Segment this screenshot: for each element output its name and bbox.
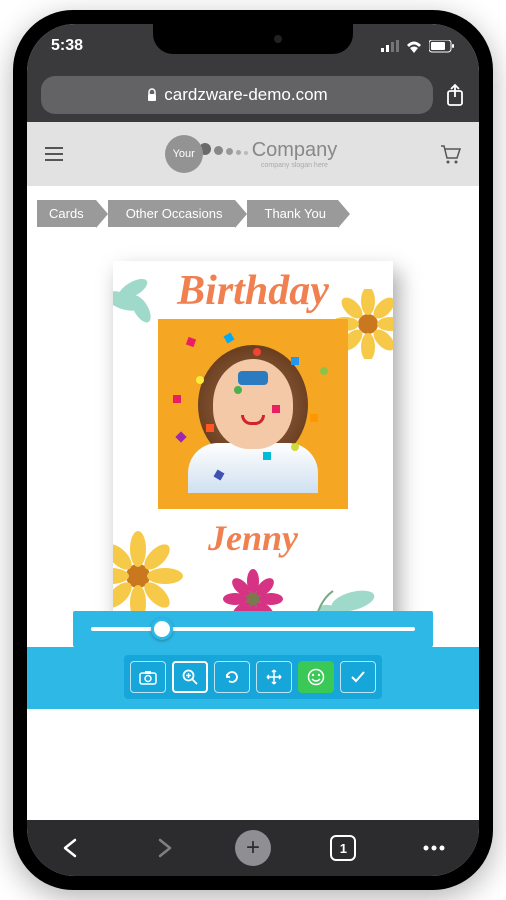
- new-tab-button[interactable]: +: [233, 828, 273, 868]
- url-field[interactable]: cardzware-demo.com: [41, 76, 433, 114]
- tabs-button[interactable]: 1: [323, 828, 363, 868]
- signal-icon: [381, 40, 399, 52]
- cart-button[interactable]: [439, 144, 461, 164]
- page-content: Your Company company slogan here: [27, 122, 479, 820]
- logo-mark: Your: [165, 135, 203, 173]
- logo-text: Company: [252, 139, 338, 161]
- card-photo[interactable]: [158, 319, 348, 509]
- flower-decoration: [113, 271, 163, 331]
- slider-track[interactable]: [91, 627, 415, 631]
- site-logo[interactable]: Your Company company slogan here: [165, 135, 338, 173]
- back-button[interactable]: [52, 828, 92, 868]
- status-time: 5:38: [51, 37, 83, 55]
- menu-button[interactable]: [45, 147, 63, 161]
- status-indicators: [381, 40, 455, 53]
- breadcrumb-item[interactable]: Other Occasions: [108, 200, 235, 227]
- share-button[interactable]: [445, 83, 465, 107]
- confetti-overlay: [158, 319, 348, 509]
- logo-slogan: company slogan here: [252, 162, 338, 169]
- breadcrumb-item[interactable]: Cards: [37, 200, 96, 227]
- zoom-slider[interactable]: [73, 611, 433, 647]
- tool-buttons: [124, 655, 382, 699]
- zoom-button[interactable]: [172, 661, 208, 693]
- editor-toolbar: [27, 611, 479, 709]
- browser-address-bar: cardzware-demo.com: [27, 68, 479, 122]
- breadcrumb-item[interactable]: Thank You: [247, 200, 338, 227]
- greeting-card[interactable]: Birthday Jenny: [113, 261, 393, 631]
- phone-frame: 5:38 cardzware-demo.com Your: [13, 10, 493, 890]
- phone-screen: 5:38 cardzware-demo.com Your: [27, 24, 479, 876]
- site-header: Your Company company slogan here: [27, 122, 479, 186]
- card-recipient-name: Jenny: [113, 517, 393, 559]
- lock-icon: [146, 88, 158, 102]
- move-button[interactable]: [256, 661, 292, 693]
- browser-bottom-nav: + 1: [27, 820, 479, 876]
- url-text: cardzware-demo.com: [164, 85, 327, 105]
- confirm-button[interactable]: [340, 661, 376, 693]
- more-button[interactable]: [414, 828, 454, 868]
- battery-icon: [429, 40, 455, 53]
- camera-button[interactable]: [130, 661, 166, 693]
- slider-thumb[interactable]: [151, 618, 173, 640]
- forward-button[interactable]: [143, 828, 183, 868]
- emoji-button[interactable]: [298, 661, 334, 693]
- wifi-icon: [405, 40, 423, 53]
- rotate-button[interactable]: [214, 661, 250, 693]
- card-preview-area: Birthday Jenny: [27, 241, 479, 631]
- phone-notch: [153, 24, 353, 54]
- breadcrumb: Cards Other Occasions Thank You: [27, 186, 479, 241]
